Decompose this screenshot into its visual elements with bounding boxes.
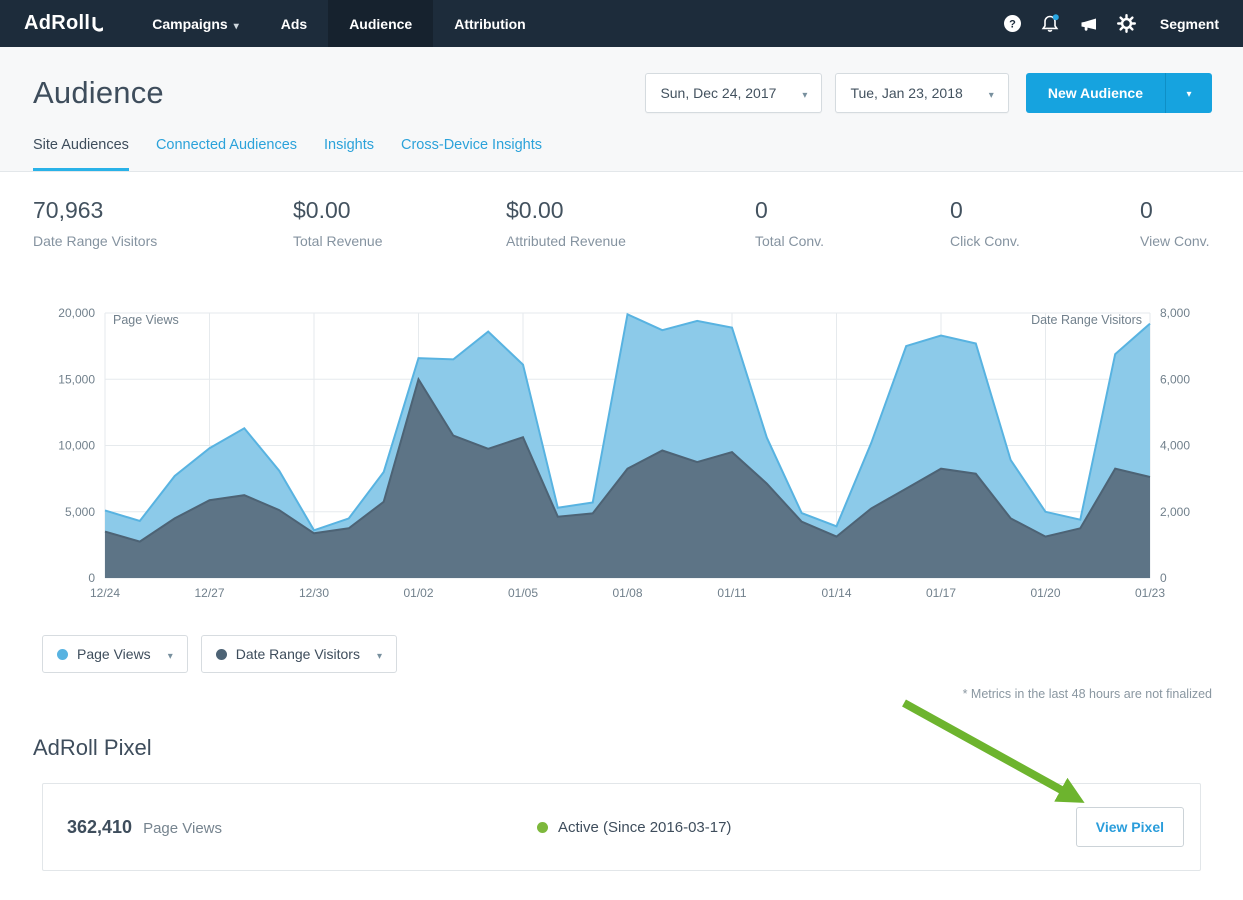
gear-icon[interactable] <box>1108 0 1146 47</box>
svg-text:6,000: 6,000 <box>1160 372 1190 386</box>
svg-text:01/02: 01/02 <box>403 586 433 600</box>
pixel-status: Active (Since 2016-03-17) <box>537 819 1076 836</box>
svg-text:01/20: 01/20 <box>1030 586 1060 600</box>
new-audience-button[interactable]: New Audience <box>1026 73 1165 113</box>
page-title: Audience <box>33 75 164 111</box>
adroll-pixel-card: 362,410 Page Views Active (Since 2016-03… <box>42 783 1201 871</box>
page-header: Audience Sun, Dec 24, 2017 Tue, Jan 23, … <box>0 47 1243 172</box>
date-range-visitors-dot-icon <box>216 649 227 660</box>
pixel-page-views-label: Page Views <box>143 820 222 837</box>
adroll-pixel-title: AdRoll Pixel <box>33 735 1243 761</box>
svg-text:2,000: 2,000 <box>1160 505 1190 519</box>
date-end-dropdown[interactable]: Tue, Jan 23, 2018 <box>835 73 1008 113</box>
view-pixel-button[interactable]: View Pixel <box>1076 807 1184 847</box>
svg-text:12/30: 12/30 <box>299 586 329 600</box>
top-navbar: AdRoll Campaigns Ads Audience Attributio… <box>0 0 1243 47</box>
svg-text:01/05: 01/05 <box>508 586 538 600</box>
svg-text:4,000: 4,000 <box>1160 439 1190 453</box>
svg-text:01/08: 01/08 <box>612 586 642 600</box>
stat-view-conv: 0 View Conv. <box>1140 197 1210 249</box>
svg-text:01/23: 01/23 <box>1135 586 1165 600</box>
date-start-dropdown[interactable]: Sun, Dec 24, 2017 <box>645 73 822 113</box>
chart-legend: Page Views Date Range Visitors <box>0 635 1243 673</box>
svg-text:8,000: 8,000 <box>1160 306 1190 320</box>
caret-down-icon <box>1186 84 1191 102</box>
pixel-status-text: Active (Since 2016-03-17) <box>558 819 731 836</box>
caret-down-icon <box>168 646 173 662</box>
stat-total-revenue: $0.00 Total Revenue <box>293 197 506 249</box>
tab-site-audiences[interactable]: Site Audiences <box>33 137 129 171</box>
stat-attributed-revenue: $0.00 Attributed Revenue <box>506 197 755 249</box>
metrics-footnote: * Metrics in the last 48 hours are not f… <box>0 687 1243 701</box>
status-dot-icon <box>537 822 548 833</box>
pixel-page-views-value: 362,410 <box>67 817 132 838</box>
new-audience-split-button: New Audience <box>1026 73 1212 113</box>
stats-summary-row: 70,963 Date Range Visitors $0.00 Total R… <box>0 172 1243 249</box>
svg-text:12/24: 12/24 <box>90 586 120 600</box>
caret-down-icon <box>989 85 994 101</box>
caret-down-icon <box>234 16 239 32</box>
svg-text:01/17: 01/17 <box>926 586 956 600</box>
legend-date-range-visitors-dropdown[interactable]: Date Range Visitors <box>201 635 397 673</box>
stat-total-conv: 0 Total Conv. <box>755 197 950 249</box>
stat-click-conv: 0 Click Conv. <box>950 197 1140 249</box>
svg-text:10,000: 10,000 <box>58 439 95 453</box>
tab-insights[interactable]: Insights <box>324 137 374 171</box>
nav-item-ads[interactable]: Ads <box>260 0 328 47</box>
tab-cross-device-insights[interactable]: Cross-Device Insights <box>401 137 542 171</box>
adroll-logo-text: AdRoll <box>24 12 90 35</box>
svg-text:01/14: 01/14 <box>821 586 851 600</box>
bell-icon[interactable] <box>1032 0 1070 47</box>
svg-text:12/27: 12/27 <box>194 586 224 600</box>
stat-date-range-visitors: 70,963 Date Range Visitors <box>33 197 293 249</box>
svg-text:Date Range Visitors: Date Range Visitors <box>1031 313 1142 327</box>
new-audience-caret-button[interactable] <box>1165 73 1212 113</box>
svg-text:5,000: 5,000 <box>65 505 95 519</box>
segment-menu[interactable]: Segment <box>1146 16 1243 32</box>
legend-page-views-dropdown[interactable]: Page Views <box>42 635 188 673</box>
audience-tabs: Site Audiences Connected Audiences Insig… <box>33 137 1212 171</box>
traffic-chart: 12/24 12/27 12/30 01/02 01/05 01/08 01/11 01/14… <box>0 301 1243 609</box>
tab-connected-audiences[interactable]: Connected Audiences <box>156 137 297 171</box>
svg-text:01/11: 01/11 <box>717 586 746 600</box>
page-views-dot-icon <box>57 649 68 660</box>
help-icon[interactable]: ? <box>994 0 1032 47</box>
adroll-logo[interactable]: AdRoll <box>0 0 131 47</box>
megaphone-icon[interactable] <box>1070 0 1108 47</box>
caret-down-icon <box>802 85 807 101</box>
svg-text:Page Views: Page Views <box>113 313 179 327</box>
svg-text:20,000: 20,000 <box>58 306 95 320</box>
svg-text:0: 0 <box>1160 571 1167 585</box>
caret-down-icon <box>377 646 382 662</box>
svg-text:15,000: 15,000 <box>58 372 95 386</box>
adroll-logo-swoosh <box>92 17 103 34</box>
navbar-right-group: ? Segment <box>994 0 1243 47</box>
svg-text:?: ? <box>1010 19 1017 31</box>
nav-item-audience[interactable]: Audience <box>328 0 433 47</box>
nav-item-attribution[interactable]: Attribution <box>433 0 547 47</box>
nav-item-campaigns[interactable]: Campaigns <box>131 0 260 47</box>
svg-text:0: 0 <box>88 571 95 585</box>
traffic-chart-area: 12/24 12/27 12/30 01/02 01/05 01/08 01/11 01/14… <box>0 301 1243 609</box>
